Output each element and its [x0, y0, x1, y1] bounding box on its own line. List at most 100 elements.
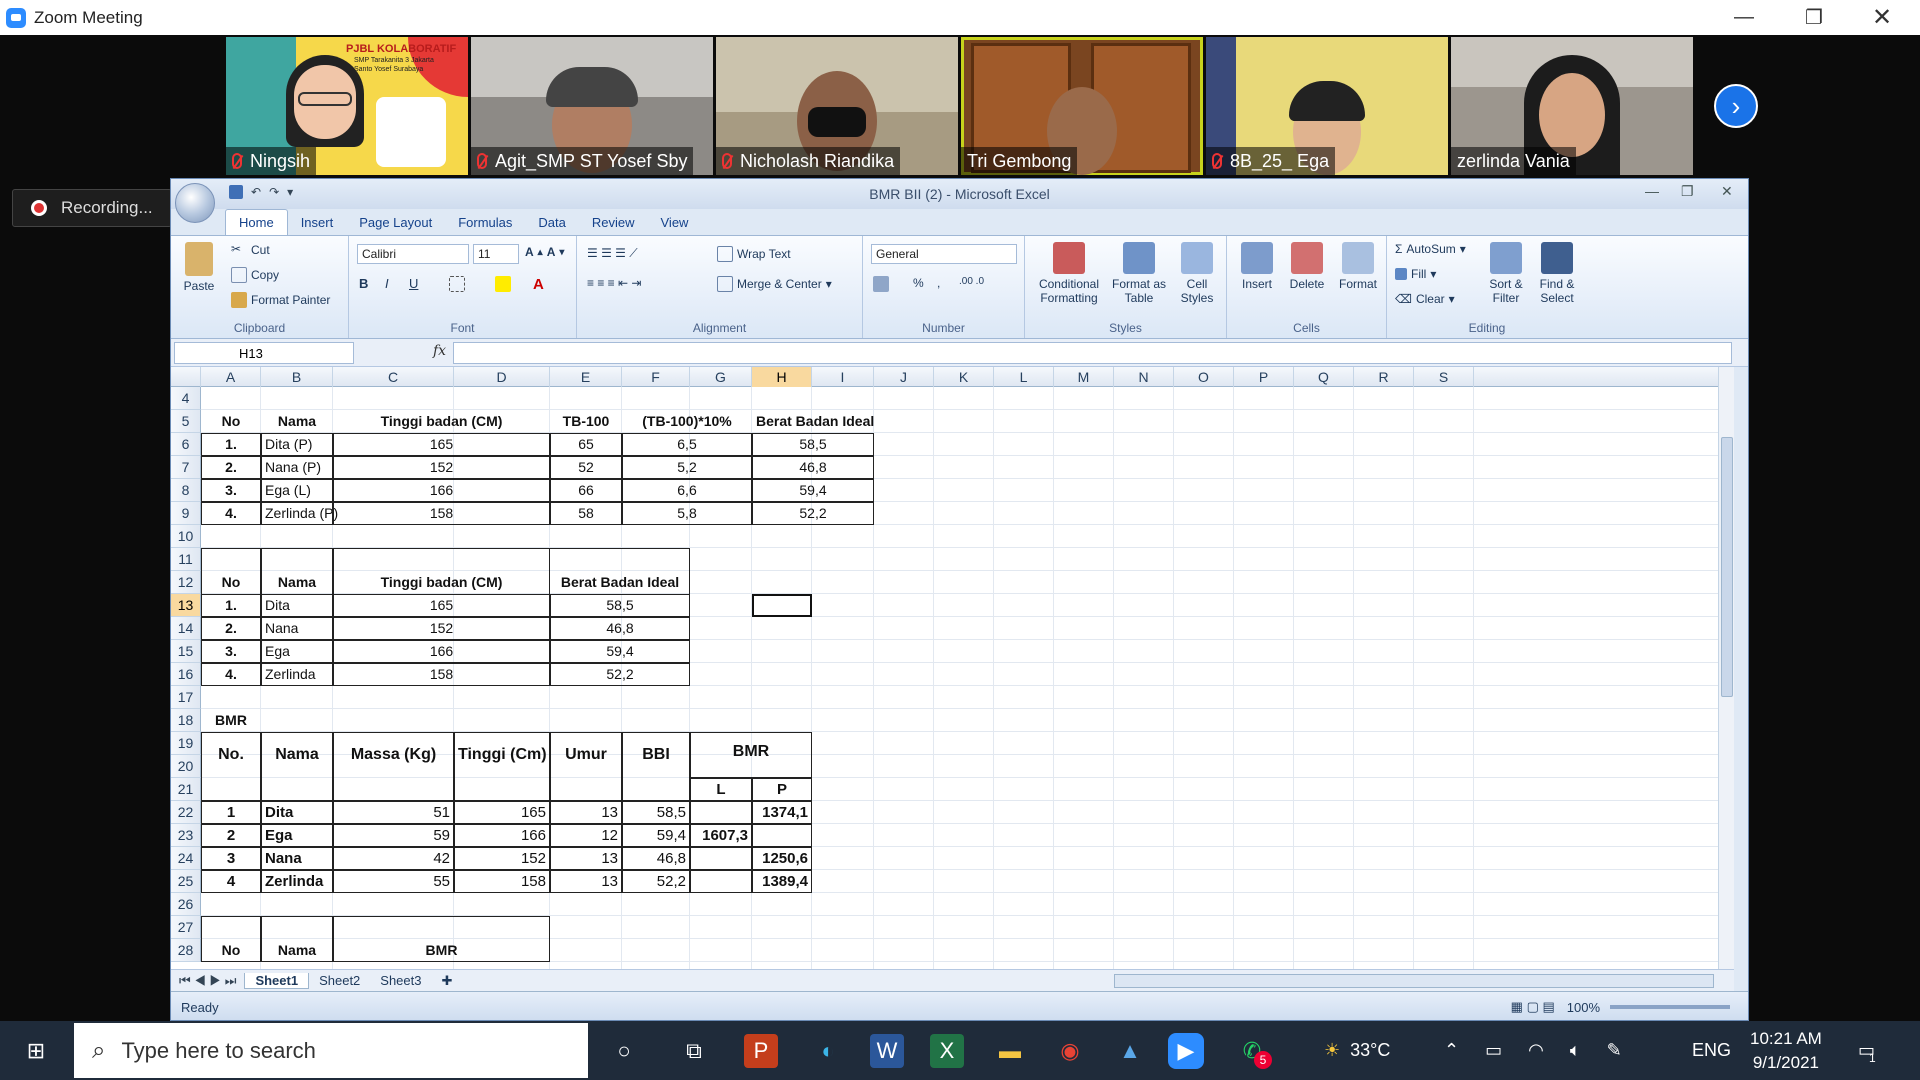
vertical-scrollbar[interactable]	[1718, 367, 1734, 969]
next-page-button[interactable]: ›	[1714, 84, 1758, 128]
participant-tile[interactable]: zerlinda Vania	[1451, 37, 1693, 175]
excel-close-button[interactable]: ✕	[1721, 183, 1733, 200]
format-cells-button[interactable]: Format	[1333, 242, 1383, 291]
clear-button[interactable]: ⌫ Clear ▾	[1395, 292, 1455, 306]
table-caption[interactable]: BMR	[201, 709, 261, 732]
find-select-button[interactable]: Find & Select	[1533, 242, 1581, 305]
row-header-27[interactable]: 27	[171, 916, 201, 939]
table-header[interactable]: Nama	[261, 410, 333, 433]
row-header-14[interactable]: 14	[171, 617, 201, 640]
chrome-icon[interactable]: ◉	[1050, 1031, 1090, 1071]
close-button[interactable]: ✕	[1852, 0, 1912, 35]
borders-button[interactable]	[449, 276, 465, 292]
formula-input[interactable]	[453, 342, 1732, 364]
italic-button[interactable]: I	[385, 276, 389, 291]
sheet-nav-arrows[interactable]: ⏮ ◀ ▶ ⏭	[171, 973, 244, 989]
windows-start-icon[interactable]: ⊞	[16, 1031, 56, 1071]
tab-page-layout[interactable]: Page Layout	[346, 210, 445, 235]
sheet-tab-3[interactable]: Sheet3	[370, 973, 431, 988]
column-header-K[interactable]: K	[934, 367, 994, 387]
table-header[interactable]: Berat Badan Ideal	[550, 571, 690, 594]
row-header-25[interactable]: 25	[171, 870, 201, 893]
table-header[interactable]: (TB-100)*10%	[622, 410, 752, 433]
row-header-4[interactable]: 4	[171, 387, 201, 410]
column-header-F[interactable]: F	[622, 367, 690, 387]
restore-button[interactable]: ❐	[1784, 0, 1844, 35]
system-tray-icons[interactable]: ⌃ ▭ ◠ 🔈︎ ✎	[1444, 1021, 1622, 1080]
row-header-28[interactable]: 28	[171, 939, 201, 962]
notifications-icon[interactable]: ▭ 1	[1858, 1021, 1876, 1080]
chevron-up-icon[interactable]: ⌃	[1444, 1040, 1459, 1061]
row-header-6[interactable]: 6	[171, 433, 201, 456]
percent-button[interactable]: %	[913, 276, 924, 290]
pen-icon[interactable]: ✎	[1607, 1040, 1622, 1061]
task-view-icon[interactable]: ⧉	[674, 1031, 714, 1071]
wrap-text-button[interactable]: Wrap Text	[717, 246, 791, 262]
view-buttons[interactable]: ▦ ▢ ▤	[1511, 999, 1555, 1015]
currency-button[interactable]	[873, 276, 889, 292]
column-header-B[interactable]: B	[261, 367, 333, 387]
row-header-16[interactable]: 16	[171, 663, 201, 686]
format-as-table-button[interactable]: Format as Table	[1111, 242, 1167, 305]
language-indicator[interactable]: ENG	[1692, 1021, 1731, 1080]
minimize-button[interactable]: —	[1714, 0, 1774, 35]
font-color-button[interactable]: A	[533, 276, 544, 293]
participant-tile[interactable]: 8B_25_ Ega	[1206, 37, 1448, 175]
taskbar-search[interactable]: ⌕ Type here to search	[74, 1023, 588, 1078]
table-header[interactable]: Berat Badan Ideal	[752, 410, 874, 433]
column-header-O[interactable]: O	[1174, 367, 1234, 387]
clock[interactable]: 10:21 AM 9/1/2021	[1750, 1021, 1822, 1080]
cortana-icon[interactable]: ○	[604, 1031, 644, 1071]
row-header-13[interactable]: 13	[171, 594, 201, 617]
grow-font-button[interactable]: A ▴ A ▾	[525, 245, 564, 259]
paste-button[interactable]: Paste	[179, 242, 219, 293]
column-header-I[interactable]: I	[812, 367, 874, 387]
font-size-select[interactable]: 11	[473, 244, 519, 264]
table-header[interactable]: TB-100	[550, 410, 622, 433]
align-left-button[interactable]: ≡ ≡ ≡ ⇤ ⇥	[587, 276, 641, 290]
column-header-Q[interactable]: Q	[1294, 367, 1354, 387]
active-cell-cursor[interactable]	[752, 594, 812, 617]
table-header[interactable]: Nama	[261, 939, 333, 962]
excel-restore-button[interactable]: ❐	[1681, 183, 1694, 200]
fill-button[interactable]: Fill ▾	[1395, 267, 1436, 281]
format-painter-button[interactable]: Format Painter	[231, 292, 330, 308]
row-header-15[interactable]: 15	[171, 640, 201, 663]
photos-icon[interactable]: ▲	[1110, 1031, 1150, 1071]
column-header-M[interactable]: M	[1054, 367, 1114, 387]
comma-button[interactable]: ,	[937, 276, 940, 290]
table-header[interactable]: No	[201, 410, 261, 433]
tab-review[interactable]: Review	[579, 210, 648, 235]
fx-icon[interactable]: fx	[433, 343, 446, 359]
column-header-S[interactable]: S	[1414, 367, 1474, 387]
insert-sheet-icon[interactable]: ✚	[431, 973, 462, 989]
excel-icon[interactable]: X	[930, 1034, 964, 1068]
tab-view[interactable]: View	[648, 210, 702, 235]
recording-indicator[interactable]: Recording...	[12, 189, 172, 227]
file-explorer-icon[interactable]: ▬	[990, 1031, 1030, 1071]
column-header-C[interactable]: C	[333, 367, 454, 387]
participant-tile-active[interactable]: Tri Gembong	[961, 37, 1203, 175]
name-box[interactable]: H13	[174, 342, 354, 364]
column-header-E[interactable]: E	[550, 367, 622, 387]
row-header-18[interactable]: 18	[171, 709, 201, 732]
excel-minimize-button[interactable]: —	[1645, 183, 1659, 199]
row-header-10[interactable]: 10	[171, 525, 201, 548]
column-header-N[interactable]: N	[1114, 367, 1174, 387]
row-header-24[interactable]: 24	[171, 847, 201, 870]
decimal-buttons[interactable]: .00 .0	[959, 276, 984, 287]
word-icon[interactable]: W	[870, 1034, 904, 1068]
table-header[interactable]: Tinggi badan (CM)	[333, 410, 550, 433]
align-top-button[interactable]: ☰ ☰ ☰ ⟋	[587, 246, 638, 261]
worksheet-grid[interactable]: ABCDEFGHIJKLMNOPQRS 4 5 6 7 8 9 10 11 12 13 14 15 16…	[171, 367, 1734, 969]
cell-area[interactable]: No Nama Tinggi badan (CM) TB-100 (TB-100)*10…	[201, 387, 1734, 969]
row-header-22[interactable]: 22	[171, 801, 201, 824]
volume-icon[interactable]: 🔈︎	[1570, 1040, 1581, 1061]
sheet-tab-1[interactable]: Sheet1	[244, 972, 310, 989]
table-header[interactable]: No	[201, 939, 261, 962]
underline-button[interactable]: U	[409, 276, 418, 291]
zoom-app-icon[interactable]: ▶	[1168, 1033, 1204, 1069]
number-format-select[interactable]: General	[871, 244, 1017, 264]
tab-formulas[interactable]: Formulas	[445, 210, 525, 235]
fill-color-button[interactable]	[495, 276, 511, 292]
